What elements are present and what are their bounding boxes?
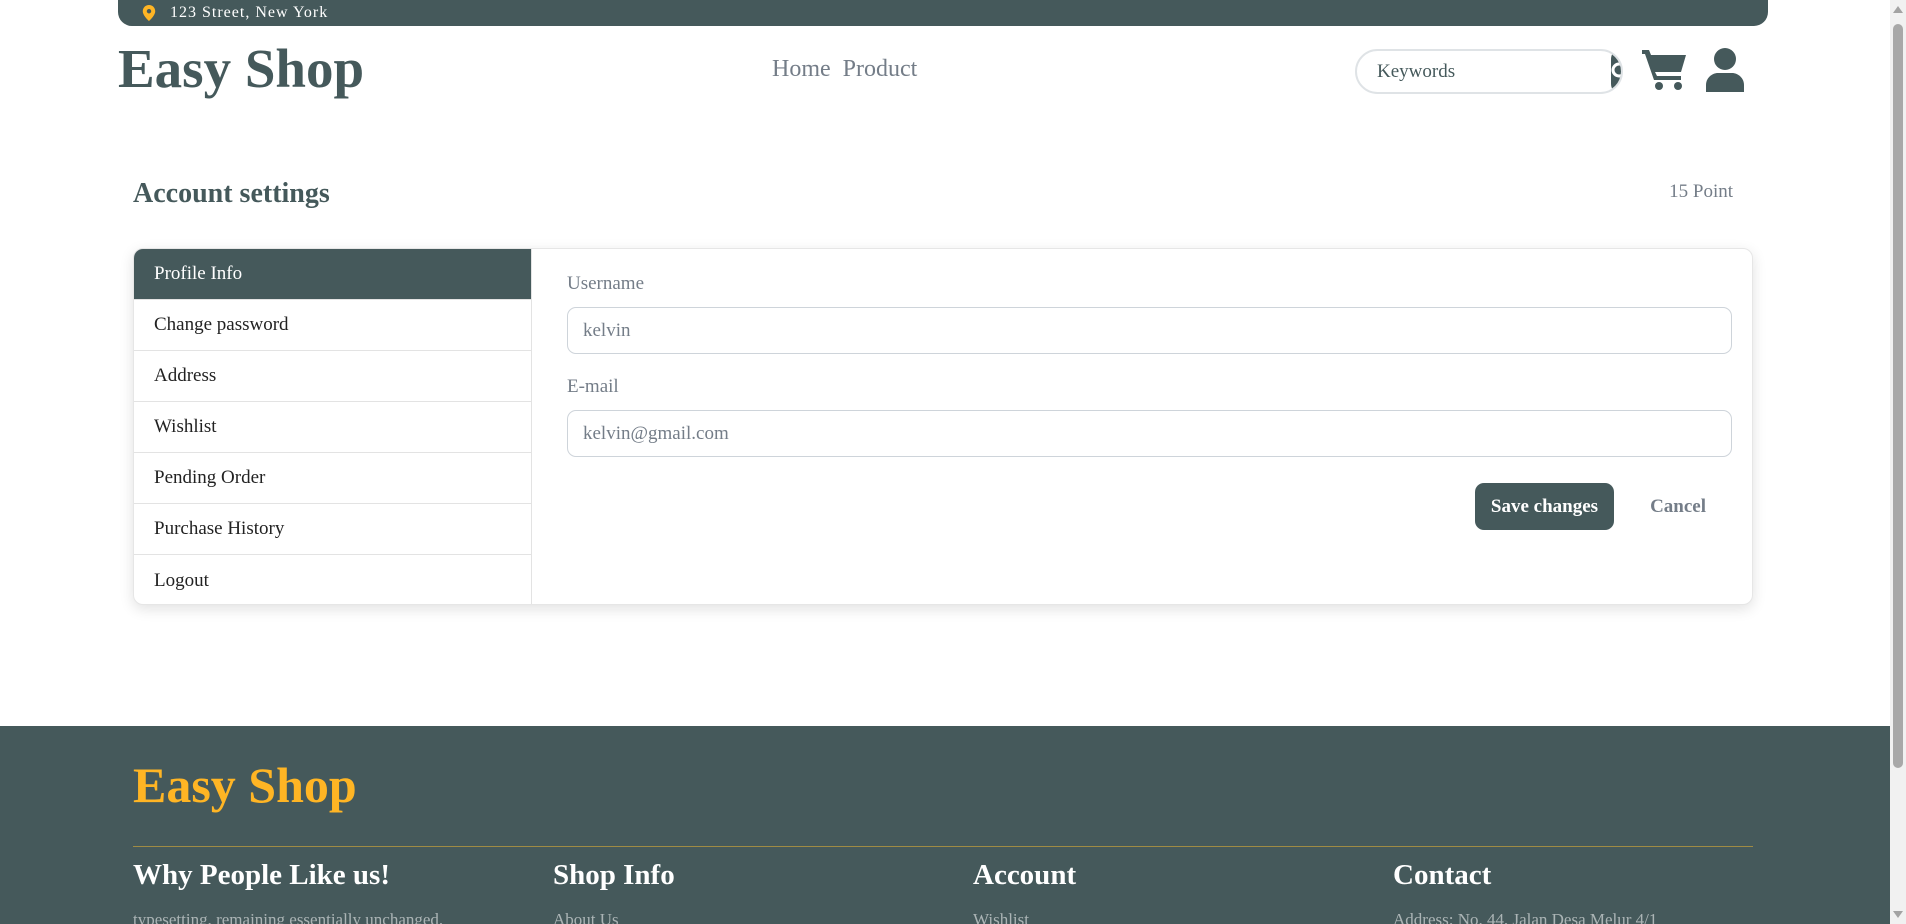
- sidebar-item-pending-order[interactable]: Pending Order: [134, 453, 531, 504]
- nav-home[interactable]: Home: [772, 56, 831, 83]
- map-pin-icon: [142, 5, 156, 21]
- footer-heading: Contact: [1393, 859, 1492, 891]
- scroll-up-icon[interactable]: [1893, 6, 1903, 13]
- footer-col-why: Why People Like us! typesetting, remaini…: [133, 859, 533, 924]
- sidebar-item-logout[interactable]: Logout: [134, 555, 531, 604]
- search-icon: [1611, 62, 1621, 77]
- search-bar: [1355, 49, 1623, 94]
- sidebar-item-purchase-history[interactable]: Purchase History: [134, 504, 531, 555]
- footer-heading: Shop Info: [553, 859, 675, 891]
- footer-col-shop-info: Shop Info About Us: [553, 859, 953, 924]
- site-logo[interactable]: Easy Shop: [118, 36, 364, 102]
- username-label: Username: [567, 273, 645, 294]
- sidebar-item-address[interactable]: Address: [134, 351, 531, 402]
- site-footer: Easy Shop Why People Like us! typesettin…: [0, 726, 1890, 924]
- footer-link-wishlist[interactable]: Wishlist: [973, 910, 1029, 924]
- search-input[interactable]: [1357, 51, 1611, 92]
- profile-form: Username E-mail Save changes Cancel: [532, 249, 1752, 604]
- footer-col-account: Account Wishlist: [973, 859, 1373, 924]
- save-button[interactable]: Save changes: [1474, 483, 1615, 530]
- footer-divider: [133, 846, 1753, 847]
- footer-text: typesetting, remaining essentially uncha…: [133, 910, 444, 924]
- top-address: 123 Street, New York: [170, 4, 329, 21]
- footer-logo[interactable]: Easy Shop: [133, 756, 357, 814]
- username-field[interactable]: [567, 307, 1732, 354]
- scroll-down-icon[interactable]: [1893, 911, 1903, 918]
- main-nav: Home Product: [772, 56, 917, 83]
- sidebar-item-wishlist[interactable]: Wishlist: [134, 402, 531, 453]
- sidebar-item-profile-info[interactable]: Profile Info: [134, 249, 531, 300]
- account-sidebar: Profile Info Change password Address Wis…: [134, 249, 532, 604]
- footer-heading: Why People Like us!: [133, 859, 390, 891]
- cart-icon[interactable]: [1642, 48, 1688, 90]
- form-actions: Save changes Cancel: [1474, 483, 1732, 530]
- search-button[interactable]: [1611, 51, 1621, 92]
- points-balance: 15 Point: [1669, 181, 1733, 202]
- footer-address: Address: No. 44, Jalan Desa Melur 4/1: [1393, 910, 1658, 924]
- email-label: E-mail: [567, 376, 619, 397]
- nav-product[interactable]: Product: [843, 56, 918, 83]
- email-field[interactable]: [567, 410, 1732, 457]
- cancel-button[interactable]: Cancel: [1650, 496, 1732, 518]
- account-card: Profile Info Change password Address Wis…: [133, 248, 1753, 605]
- sidebar-item-change-password[interactable]: Change password: [134, 300, 531, 351]
- top-info-bar: 123 Street, New York: [118, 0, 1768, 26]
- page-scrollbar[interactable]: [1890, 0, 1906, 924]
- user-icon[interactable]: [1706, 48, 1744, 92]
- scrollbar-thumb[interactable]: [1893, 24, 1903, 768]
- footer-link-about-us[interactable]: About Us: [553, 910, 619, 924]
- footer-col-contact: Contact Address: No. 44, Jalan Desa Melu…: [1393, 859, 1793, 924]
- page-title: Account settings: [133, 178, 330, 209]
- footer-heading: Account: [973, 859, 1077, 891]
